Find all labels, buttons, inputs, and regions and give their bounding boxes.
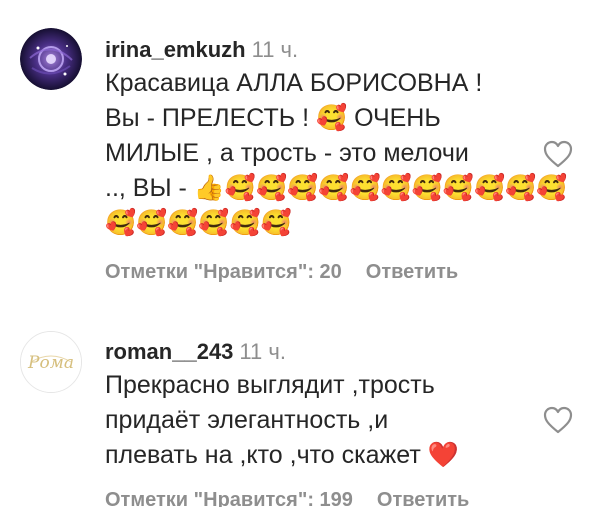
username[interactable]: irina_emkuzh xyxy=(105,37,246,62)
comment-meta: Отметки "Нравится": 20 Ответить xyxy=(105,261,458,284)
comment-text-line: Красавица АЛЛА БОРИСОВНА ! xyxy=(105,69,483,97)
comment-text-line: плевать на ,кто ,что скажет ❤️ xyxy=(105,441,459,469)
avatar[interactable]: Рома xyxy=(20,331,82,393)
comment-time[interactable]: 11 ч. xyxy=(252,37,299,62)
like-heart-icon[interactable] xyxy=(542,405,574,435)
username[interactable]: roman__243 xyxy=(105,339,233,364)
likes-count-link[interactable]: Отметки "Нравится": 20 xyxy=(105,261,342,283)
comment-header: irina_emkuzh 11 ч. xyxy=(105,35,535,65)
comment-text-line: Прекрасно выглядит ,трость xyxy=(105,371,435,399)
comment-header: roman__243 11 ч. xyxy=(105,337,535,367)
reply-button[interactable]: Ответить xyxy=(377,489,469,507)
comment-text-line: МИЛЫЕ , а трость - это мелочи xyxy=(105,139,469,167)
like-heart-icon[interactable] xyxy=(542,139,574,169)
avatar-roma-logo-icon: Рома xyxy=(21,332,81,392)
comment-time[interactable]: 11 ч. xyxy=(239,339,286,364)
comment-meta: Отметки "Нравится": 199 Ответить xyxy=(105,489,469,507)
likes-count-link[interactable]: Отметки "Нравится": 199 xyxy=(105,489,353,507)
avatar-cosmic-circle-icon xyxy=(20,28,82,90)
svg-text:Рома: Рома xyxy=(27,353,74,373)
comment-text-line: 🥰🥰🥰🥰🥰🥰 xyxy=(105,209,292,237)
comment-text-line: .., ВЫ - 👍🥰🥰🥰🥰🥰🥰🥰🥰🥰🥰🥰 xyxy=(105,174,568,202)
comment-text-line: Вы - ПРЕЛЕСТЬ ! 🥰 ОЧЕНЬ xyxy=(105,104,441,132)
reply-button[interactable]: Ответить xyxy=(366,261,458,283)
avatar[interactable] xyxy=(20,28,82,90)
comment-text-line: придаёт элегантность ,и xyxy=(105,406,389,434)
comment-text: Прекрасно выглядит ,трость придаёт элега… xyxy=(105,368,535,473)
comment-text: Красавица АЛЛА БОРИСОВНА ! Вы - ПРЕЛЕСТЬ… xyxy=(105,66,568,241)
